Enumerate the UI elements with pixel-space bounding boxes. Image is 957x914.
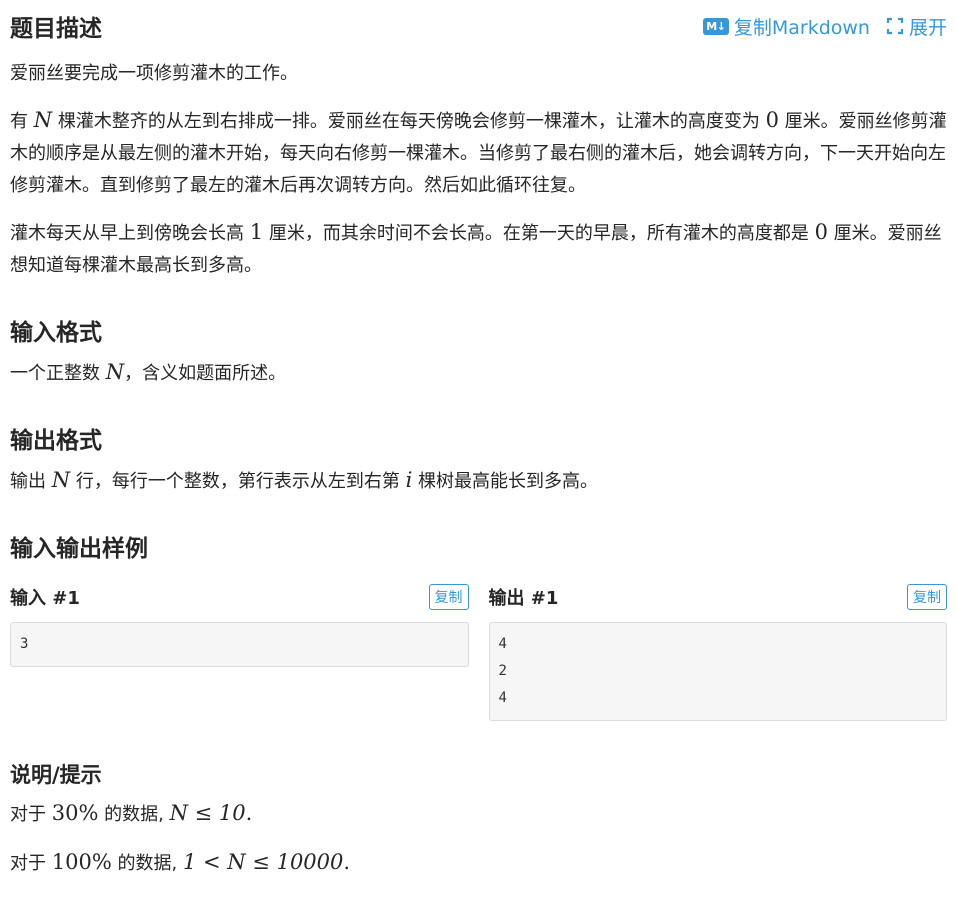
input-format-text: 一个正整数 N，含义如题面所述。 xyxy=(10,360,287,384)
sample-output-code: 4 2 4 xyxy=(488,622,947,721)
hint-line-2: 对于 100% 的数据, 1 < N ≤ 10000. xyxy=(10,850,351,874)
copy-input-button[interactable]: 复制 xyxy=(428,584,469,610)
code-line: 4 xyxy=(498,690,507,706)
problem-content: 爱丽丝要完成一项修剪灌木的工作。 有 N 棵灌木整齐的从左到右排成一排。爱丽丝在… xyxy=(10,58,947,895)
sample-input-code: 3 xyxy=(10,622,469,667)
sample-input: 输入 #1 复制 3 xyxy=(10,580,469,721)
section-title-hint: 说明/提示 xyxy=(10,763,102,787)
code-line: 4 xyxy=(498,636,507,652)
code-line: 2 xyxy=(498,663,507,679)
output-format-text: 输出 N 行，每行一个整数，第行表示从左到右第 i 棵树最高能长到多高。 xyxy=(10,468,599,492)
expand-label: 展开 xyxy=(908,16,947,39)
samples-container: 输入 #1 复制 3 输出 #1 复制 4 2 4 xyxy=(10,580,947,721)
section-title-samples: 输入输出样例 xyxy=(10,536,148,562)
section-title-output-format: 输出格式 xyxy=(10,428,102,454)
copy-markdown-button[interactable]: M↓ 复制Markdown xyxy=(702,13,870,40)
markdown-icon: M↓ xyxy=(702,17,729,35)
section-title-description: 题目描述 xyxy=(10,16,102,42)
description-p3: 灌木每天从早上到傍晚会长高 1 厘米，而其余时间不会长高。在第一天的早晨，所有灌… xyxy=(10,220,942,276)
section-title-input-format: 输入格式 xyxy=(10,320,102,346)
header-bar: 题目描述 M↓ 复制Markdown 展开 xyxy=(10,8,947,44)
hint-line-1: 对于 30% 的数据, N ≤ 10. xyxy=(10,801,253,825)
hint-section: 说明/提示 对于 30% 的数据, N ≤ 10. 对于 100% 的数据, 1… xyxy=(10,759,947,880)
problem-page: 题目描述 M↓ 复制Markdown 展开 爱丽丝要完成一项修剪灌木的工作。 有… xyxy=(0,0,957,914)
code-line: 3 xyxy=(20,636,29,652)
sample-output: 输出 #1 复制 4 2 4 xyxy=(488,580,947,721)
sample-output-title: 输出 #1 xyxy=(488,588,559,609)
sample-input-title: 输入 #1 xyxy=(10,588,80,609)
copy-markdown-label: 复制Markdown xyxy=(733,16,870,39)
expand-icon xyxy=(886,17,904,35)
expand-button[interactable]: 展开 xyxy=(886,13,947,40)
header-actions: M↓ 复制Markdown 展开 xyxy=(702,13,947,40)
description-p2: 有 N 棵灌木整齐的从左到右排成一排。爱丽丝在每天傍晚会修剪一棵灌木，让灌木的高… xyxy=(10,108,947,196)
description-p1: 爱丽丝要完成一项修剪灌木的工作。 xyxy=(10,63,298,84)
copy-output-button[interactable]: 复制 xyxy=(907,584,947,610)
